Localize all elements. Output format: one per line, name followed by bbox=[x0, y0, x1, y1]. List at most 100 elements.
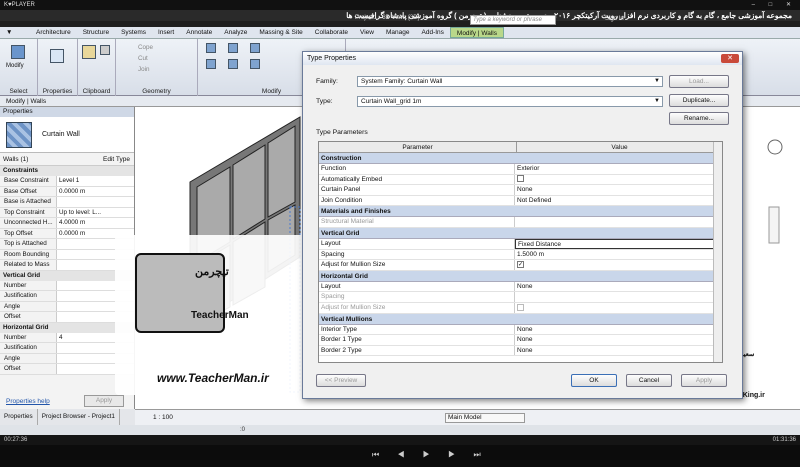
parameter-value[interactable]: None bbox=[515, 325, 722, 335]
sign-in-link[interactable]: Sign In bbox=[605, 16, 624, 22]
parameter-value[interactable] bbox=[515, 175, 722, 185]
table-row[interactable]: Layout None bbox=[319, 281, 722, 293]
parameter-group[interactable]: Vertical Mullions≈ bbox=[319, 313, 722, 325]
property-row[interactable]: Top Offset 0.0000 m bbox=[0, 228, 134, 239]
table-row[interactable]: Border 1 Type None bbox=[319, 335, 722, 346]
family-dropdown[interactable]: System Family: Curtain Wall ▼ bbox=[357, 76, 663, 87]
tab-architecture[interactable]: Architecture bbox=[30, 27, 77, 38]
checkbox[interactable] bbox=[517, 303, 524, 311]
tab-systems[interactable]: Systems bbox=[115, 27, 152, 38]
table-scrollbar[interactable] bbox=[713, 142, 722, 362]
playback-buttons[interactable]: ⏮ ◀ ▶ ▶ ⏭ bbox=[372, 450, 489, 460]
cancel-button[interactable]: Cancel bbox=[626, 374, 672, 387]
window-controls[interactable]: ‒ □ ✕ bbox=[752, 0, 797, 10]
cope-button[interactable]: Cope bbox=[138, 44, 153, 51]
preview-button[interactable]: << Preview bbox=[316, 374, 366, 387]
property-row[interactable]: Offset bbox=[0, 364, 134, 375]
type-dropdown[interactable]: Curtain Wall_grid 1m ▼ bbox=[357, 96, 663, 107]
dialog-close-button[interactable]: ✕ bbox=[721, 54, 739, 63]
property-row[interactable]: Number bbox=[0, 280, 134, 291]
property-row[interactable]: Related to Mass bbox=[0, 260, 134, 271]
property-value[interactable]: 0.0000 m bbox=[56, 186, 134, 196]
property-row[interactable]: Angle bbox=[0, 301, 134, 312]
ok-button[interactable]: OK bbox=[571, 374, 617, 387]
property-row[interactable]: Number 4 bbox=[0, 332, 134, 343]
main-model-dropdown[interactable]: Main Model bbox=[445, 413, 525, 423]
tab-structure[interactable]: Structure bbox=[77, 27, 115, 38]
join-button[interactable]: Join bbox=[138, 66, 150, 73]
parameter-group[interactable]: Vertical Grid≈ bbox=[319, 227, 722, 239]
apply-button[interactable]: Apply bbox=[681, 374, 727, 387]
tab-project-browser[interactable]: Project Browser - Project1 bbox=[38, 409, 120, 425]
view-scale[interactable]: 1 : 100 bbox=[153, 414, 173, 421]
checkbox[interactable] bbox=[517, 175, 524, 183]
group-constraints[interactable]: Constraints bbox=[0, 166, 134, 176]
property-row[interactable]: Unconnected H... 4.0000 m bbox=[0, 218, 134, 229]
group-horizontal-grid[interactable]: Horizontal Grid bbox=[0, 322, 134, 333]
property-row[interactable]: Justification bbox=[0, 291, 134, 302]
properties-help-link[interactable]: Properties help bbox=[6, 398, 50, 405]
parameter-value[interactable]: None bbox=[515, 282, 722, 292]
table-row[interactable]: Curtain Panel None bbox=[319, 185, 722, 196]
table-row[interactable]: Structural Material bbox=[319, 217, 722, 228]
parameter-value[interactable]: None bbox=[515, 335, 722, 345]
table-row[interactable]: Border 2 Type None bbox=[319, 345, 722, 357]
table-row[interactable]: Adjust for Mullion Size ✓ bbox=[319, 260, 722, 271]
property-value[interactable]: Level 1 bbox=[56, 176, 134, 186]
app-menu-button[interactable]: ▼ bbox=[0, 27, 30, 38]
parameter-value[interactable]: 1.5000 m bbox=[515, 250, 722, 260]
parameter-group[interactable]: Materials and Finishes≈ bbox=[319, 206, 722, 218]
parameter-value[interactable] bbox=[515, 303, 722, 313]
property-row[interactable]: Offset bbox=[0, 312, 134, 323]
tab-view[interactable]: View bbox=[354, 27, 380, 38]
tab-properties[interactable]: Properties bbox=[0, 409, 38, 425]
tab-manage[interactable]: Manage bbox=[380, 27, 416, 38]
tab-insert[interactable]: Insert bbox=[152, 27, 180, 38]
parameter-value[interactable]: Exterior bbox=[515, 164, 722, 174]
parameter-value[interactable]: Not Defined bbox=[515, 196, 722, 206]
tab-modify-walls[interactable]: Modify | Walls bbox=[449, 27, 504, 38]
table-row[interactable]: Layout Fixed Distance▼ bbox=[319, 238, 722, 250]
table-row[interactable]: Function Exterior bbox=[319, 164, 722, 175]
parameter-group[interactable]: Horizontal Grid≈ bbox=[319, 270, 722, 282]
align-icon[interactable] bbox=[206, 43, 216, 53]
tab-add-ins[interactable]: Add-Ins bbox=[416, 27, 450, 38]
properties-apply-button[interactable]: Apply bbox=[84, 395, 124, 407]
property-row[interactable]: Top Constraint Up to level: L... bbox=[0, 207, 134, 218]
property-row[interactable]: Justification bbox=[0, 343, 134, 354]
move-icon[interactable] bbox=[206, 59, 216, 69]
checkbox[interactable]: ✓ bbox=[517, 260, 524, 268]
table-row[interactable]: Join Condition Not Defined bbox=[319, 195, 722, 207]
tab-massing-site[interactable]: Massing & Site bbox=[253, 27, 308, 38]
offset-icon[interactable] bbox=[228, 43, 238, 53]
tab-annotate[interactable]: Annotate bbox=[180, 27, 218, 38]
property-row[interactable]: Top is Attached bbox=[0, 239, 134, 250]
parameter-value[interactable] bbox=[515, 217, 722, 227]
edit-type-button[interactable]: Edit Type bbox=[103, 153, 130, 166]
modify-tool-icon[interactable] bbox=[11, 45, 25, 59]
property-row[interactable]: Base is Attached bbox=[0, 197, 134, 208]
property-value[interactable] bbox=[56, 197, 134, 207]
paste-icon[interactable] bbox=[82, 45, 96, 59]
group-vertical-grid[interactable]: Vertical Grid bbox=[0, 270, 134, 281]
copy-icon[interactable] bbox=[228, 59, 238, 69]
search-input[interactable]: Type a keyword or phrase bbox=[470, 15, 556, 25]
duplicate-button[interactable]: Duplicate... bbox=[669, 94, 729, 107]
property-value[interactable]: 4.0000 m bbox=[56, 218, 134, 228]
parameter-value[interactable]: None bbox=[515, 185, 722, 195]
rename-button[interactable]: Rename... bbox=[669, 112, 729, 125]
table-row[interactable]: Adjust for Mullion Size bbox=[319, 302, 722, 314]
parameter-value[interactable]: None bbox=[515, 346, 722, 356]
parameter-value[interactable]: ✓ bbox=[515, 260, 722, 270]
parameter-value[interactable] bbox=[515, 292, 722, 302]
property-value[interactable]: Up to level: L... bbox=[56, 207, 134, 217]
type-selector[interactable]: Curtain Wall bbox=[0, 117, 134, 153]
cut-icon[interactable] bbox=[100, 45, 110, 55]
properties-icon[interactable] bbox=[50, 49, 64, 63]
rotate-icon[interactable] bbox=[250, 59, 260, 69]
table-row[interactable]: Interior Type None bbox=[319, 324, 722, 336]
table-row[interactable]: Spacing bbox=[319, 292, 722, 303]
property-row[interactable]: Room Bounding bbox=[0, 249, 134, 260]
player-timeline[interactable]: 00:27:36 01:31:36 bbox=[0, 435, 800, 445]
instance-filter[interactable]: Walls (1) Edit Type bbox=[0, 153, 134, 166]
